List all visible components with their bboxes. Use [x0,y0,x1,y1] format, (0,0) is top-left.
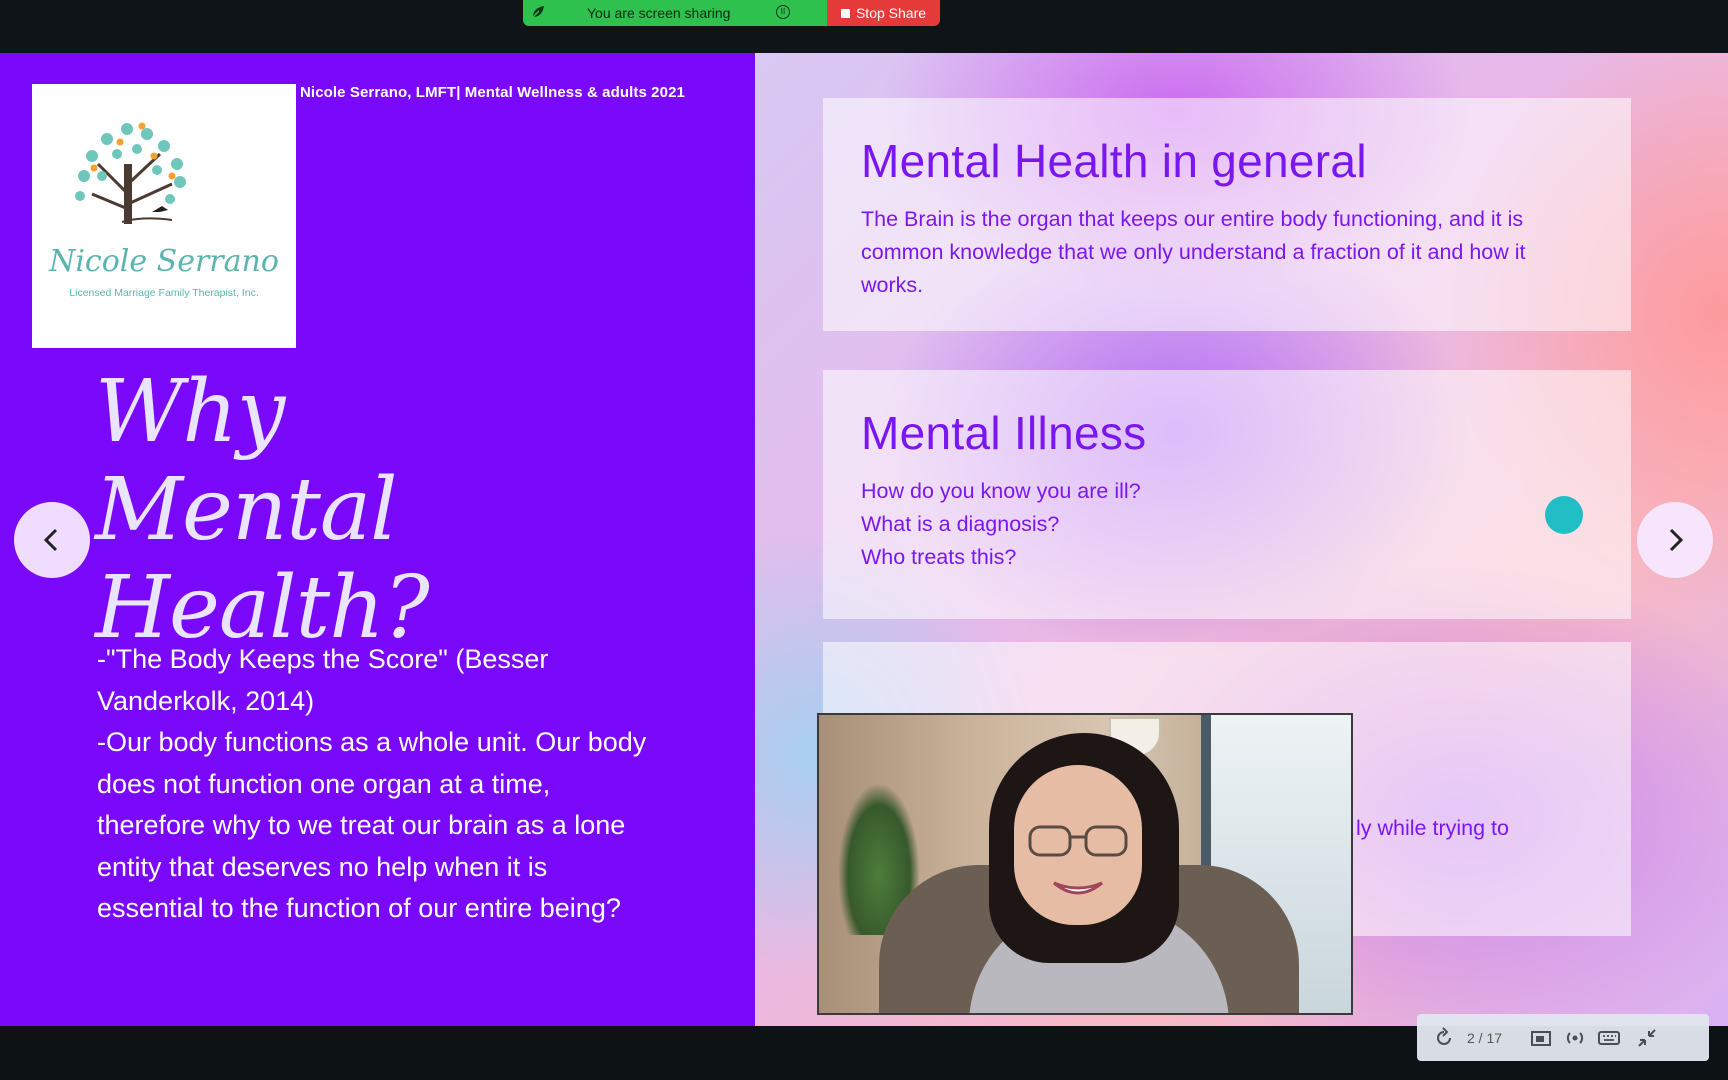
slide-left-panel: Nicole Serrano Licensed Marriage Family … [0,53,755,1026]
chevron-left-icon [43,528,58,552]
pause-icon[interactable]: II [776,5,790,19]
sharing-text: You are screen sharing [587,5,731,21]
card-line: Who treats this? [861,545,1017,569]
card-lines: How do you know you are ill? What is a d… [861,475,1361,574]
title-line-1: Why Mental [95,362,398,560]
previous-slide-button[interactable] [14,502,90,578]
slide-counter: 2 / 17 [1467,1029,1503,1046]
card-mental-health: Mental Health in general The Brain is th… [823,98,1631,331]
glasses-icon [1028,825,1128,895]
stop-square-icon [840,8,850,18]
rotate-icon[interactable] [1431,1025,1457,1051]
screen-share-bar: You are screen sharing II Stop Share [0,0,1728,53]
tree-logo-icon [75,122,186,224]
therapist-logo: Nicole Serrano Licensed Marriage Family … [32,84,296,348]
stop-share-label: Stop Share [855,5,927,21]
logo-subtitle: Licensed Marriage Family Therapist, Inc. [69,287,259,299]
card-mental-illness: Mental Illness How do you know you are i… [823,370,1631,619]
presenter-controls: 2 / 17 [1417,1014,1709,1061]
presenter-icon[interactable] [1528,1025,1554,1051]
logo-name: Nicole Serrano [49,244,279,279]
collapse-icon[interactable] [1634,1025,1660,1051]
cursor-highlight [1545,496,1583,534]
body-paragraph-1: -"The Body Keeps the Score" (Besser Vand… [97,644,549,716]
slide-header: Nicole Serrano, LMFT| Mental Wellness & … [300,84,685,101]
slide-body: -"The Body Keeps the Score" (Besser Vand… [97,639,657,930]
card-text: The Brain is the organ that keeps our en… [861,207,1526,297]
card-partial-text: ly while trying to [1356,816,1509,840]
card-heading: Mental Illness [861,407,1147,459]
slide-title: Why Mental Health? [95,363,515,657]
keyboard-icon[interactable] [1596,1025,1622,1051]
broadcast-icon[interactable] [1562,1025,1588,1051]
stop-share-button[interactable]: Stop Share [827,0,940,26]
person-face [1014,765,1142,925]
sharing-indicator[interactable]: You are screen sharing II [523,0,827,26]
next-slide-button[interactable] [1637,502,1713,578]
card-line: What is a diagnosis? [861,512,1060,536]
video-thumbnail[interactable] [817,713,1353,1015]
chevron-right-icon [1669,528,1684,552]
card-heading: Mental Health in general [861,135,1367,187]
card-line: How do you know you are ill? [861,479,1141,503]
share-leaf-icon [531,5,551,22]
body-paragraph-2: -Our body functions as a whole unit. Our… [97,727,647,923]
